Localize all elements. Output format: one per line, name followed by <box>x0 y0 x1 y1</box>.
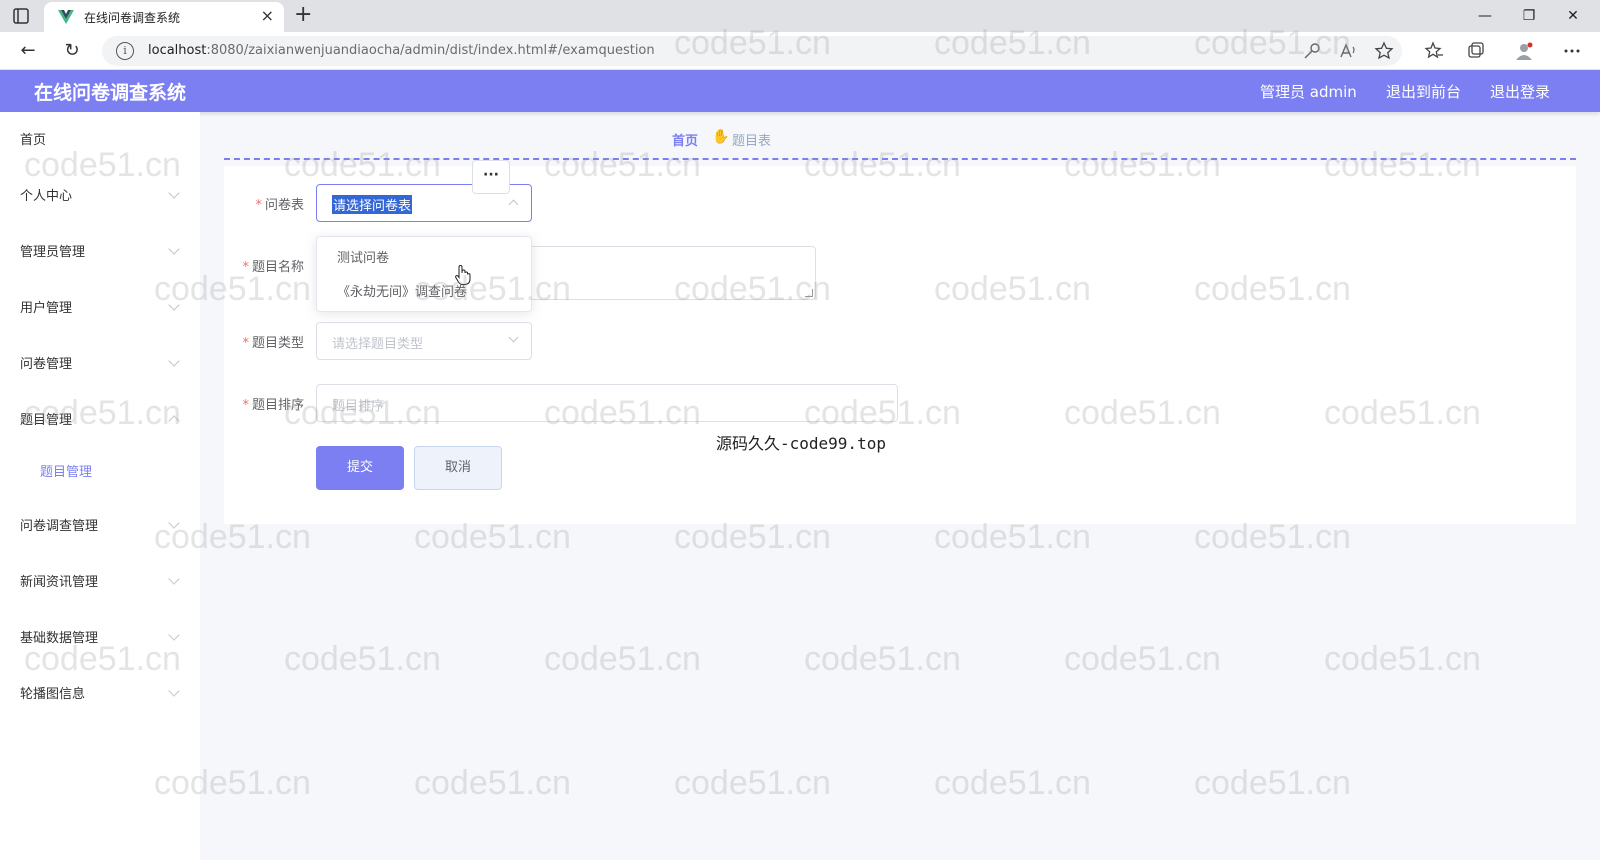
collections-icon[interactable] <box>1466 41 1486 61</box>
hand-cursor-icon <box>455 264 471 285</box>
watermark: code51.cn <box>544 640 701 678</box>
app-title: 在线问卷调查系统 <box>34 82 187 104</box>
dropdown-option[interactable]: 测试问卷 <box>337 247 389 266</box>
site-info-icon[interactable]: i <box>116 42 134 60</box>
watermark: code51.cn <box>284 640 441 678</box>
browser-tab[interactable]: 在线问卷调查系统 × <box>44 2 284 32</box>
breadcrumb-current: 题目表 <box>732 134 772 149</box>
question-type-select[interactable]: 请选择题目类型 <box>316 322 532 360</box>
sidebar-item-label: 轮播图信息 <box>20 687 86 702</box>
profile-avatar-icon[interactable] <box>1514 41 1534 61</box>
chevron-down-icon <box>168 517 180 529</box>
chevron-down-icon <box>508 332 519 343</box>
sidebar-item-label: 管理员管理 <box>20 245 86 260</box>
watermark: code51.cn <box>414 764 571 802</box>
submit-button[interactable]: 提交 <box>316 446 404 490</box>
chevron-down-icon <box>168 243 180 255</box>
sidebar-item-question-management[interactable]: 题目管理 <box>0 398 200 438</box>
logout-link[interactable]: 退出登录 <box>1490 81 1550 102</box>
sidebar-item-user-management[interactable]: 用户管理 <box>0 286 200 326</box>
sidebar-item-survey-management[interactable]: 问卷管理 <box>0 342 200 382</box>
sidebar-item-label: 个人中心 <box>20 189 73 204</box>
back-button[interactable]: ← <box>16 39 40 63</box>
watermark: code51.cn <box>1324 640 1481 678</box>
breadcrumb-home[interactable]: 首页 <box>672 130 698 149</box>
key-icon[interactable] <box>1302 41 1322 61</box>
question-order-label: * 题目排序 <box>242 398 304 413</box>
app-header: 在线问卷调查系统 管理员 admin 退出到前台 退出登录 <box>0 70 1600 112</box>
vue-logo-icon <box>58 10 74 24</box>
watermark: code51.cn <box>804 640 961 678</box>
watermark: code51.cn <box>1064 640 1221 678</box>
chevron-down-icon <box>168 629 180 641</box>
sidebar-item-label: 题目管理 <box>20 413 73 428</box>
sidebar-item-survey-response-management[interactable]: 问卷调查管理 <box>0 504 200 544</box>
add-favorite-icon[interactable] <box>1374 41 1394 61</box>
sidebar-item-news-management[interactable]: 新闻资讯管理 <box>0 560 200 600</box>
read-aloud-icon[interactable] <box>1338 41 1358 61</box>
question-order-input[interactable]: 题目排序 <box>316 384 898 422</box>
chevron-up-icon <box>508 199 519 210</box>
more-menu-icon[interactable] <box>1562 41 1582 61</box>
sidebar-item-label: 问卷管理 <box>20 357 73 372</box>
new-tab-button[interactable]: + <box>294 3 312 27</box>
sidebar-item-label: 首页 <box>20 133 47 148</box>
more-options-button[interactable]: ··· <box>472 160 510 194</box>
sidebar-item-label: 问卷调查管理 <box>20 519 99 534</box>
sidebar-item-carousel-info[interactable]: 轮播图信息 <box>0 672 200 712</box>
current-user-label: 管理员 admin <box>1260 83 1357 101</box>
chevron-up-icon <box>168 415 180 427</box>
browser-tab-bar: 在线问卷调查系统 × + — ❐ ✕ <box>0 0 1600 32</box>
refresh-button[interactable]: ↻ <box>60 39 84 63</box>
watermark: code51.cn <box>934 764 1091 802</box>
chevron-down-icon <box>168 187 180 199</box>
resize-handle-icon[interactable] <box>805 289 813 297</box>
sidebar-item-admin-management[interactable]: 管理员管理 <box>0 230 200 270</box>
tab-title: 在线问卷调查系统 <box>84 11 181 25</box>
survey-select-placeholder: 请选择问卷表 <box>332 195 413 214</box>
sidebar-subitem-question-management[interactable]: 题目管理 <box>0 450 200 490</box>
survey-field-label: * 问卷表 <box>255 198 304 213</box>
question-name-label: * 题目名称 <box>242 260 304 275</box>
url-text: localhost:8080/zaixianwenjuandiaocha/adm… <box>148 43 655 58</box>
go-frontend-link[interactable]: 退出到前台 <box>1386 81 1461 102</box>
tab-close-icon[interactable]: × <box>261 7 274 25</box>
minimize-button[interactable]: — <box>1470 4 1500 28</box>
sidebar-subitem-label: 题目管理 <box>40 465 93 480</box>
chevron-down-icon <box>168 355 180 367</box>
sidebar-item-label: 新闻资讯管理 <box>20 575 99 590</box>
tab-actions-icon[interactable] <box>12 7 30 25</box>
cancel-button[interactable]: 取消 <box>414 446 502 490</box>
watermark: code51.cn <box>1194 764 1351 802</box>
sidebar-item-label: 基础数据管理 <box>20 631 99 646</box>
sidebar-item-personal-center[interactable]: 个人中心 <box>0 174 200 214</box>
sidebar-item-base-data-management[interactable]: 基础数据管理 <box>0 616 200 656</box>
dropdown-option[interactable]: 《永劫无间》调查问卷 <box>337 281 467 300</box>
sidebar-menu: 首页 个人中心 管理员管理 用户管理 问卷管理 题目管理 题目管理 问卷调查管理… <box>0 112 200 860</box>
chevron-down-icon <box>168 299 180 311</box>
sidebar-item-label: 用户管理 <box>20 301 73 316</box>
hand-icon: ✋ <box>712 129 730 145</box>
source-banner: 源码久久-code99.top <box>716 434 886 453</box>
survey-dropdown: 测试问卷 《永劫无间》调查问卷 <box>316 236 532 312</box>
chevron-down-icon <box>168 573 180 585</box>
chevron-down-icon <box>168 685 180 697</box>
favorites-icon[interactable] <box>1424 41 1444 61</box>
url-field[interactable]: i localhost:8080/zaixianwenjuandiaocha/a… <box>102 36 1402 66</box>
restore-button[interactable]: ❐ <box>1514 4 1544 28</box>
browser-address-bar: ← ↻ i localhost:8080/zaixianwenjuandiaoc… <box>0 32 1600 70</box>
question-type-placeholder: 请选择题目类型 <box>332 337 424 352</box>
sidebar-item-home[interactable]: 首页 <box>0 118 200 158</box>
question-order-placeholder: 题目排序 <box>332 399 385 414</box>
dashed-divider <box>224 158 1576 160</box>
window-close-button[interactable]: ✕ <box>1558 4 1588 28</box>
watermark: code51.cn <box>674 764 831 802</box>
question-type-label: * 题目类型 <box>242 336 304 351</box>
